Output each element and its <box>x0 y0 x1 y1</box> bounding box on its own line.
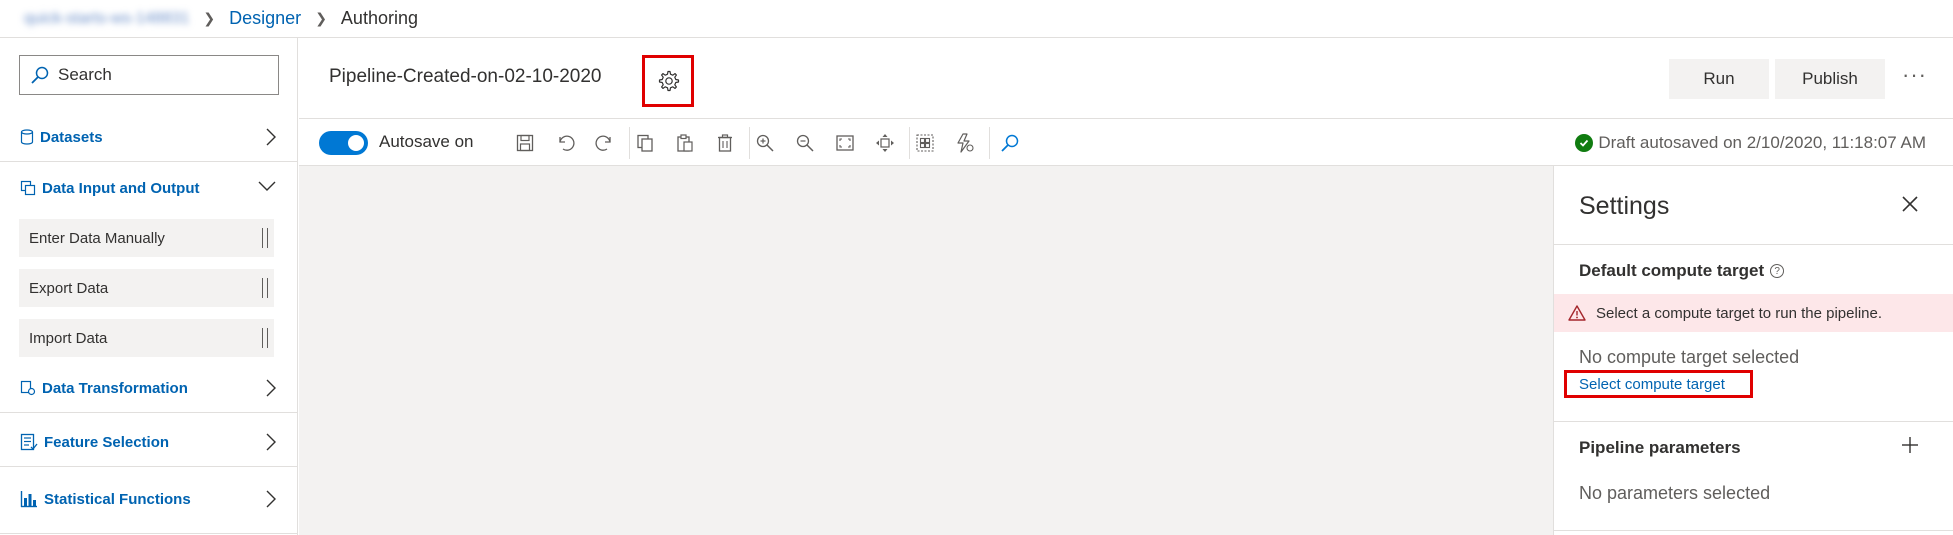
redo-icon[interactable] <box>593 131 617 155</box>
no-compute-text: No compute target selected <box>1579 347 1800 367</box>
category-label: Feature Selection <box>44 433 170 451</box>
module-item[interactable]: Import Data <box>19 319 274 357</box>
toggle-knob <box>348 135 364 151</box>
close-icon[interactable] <box>1898 192 1922 216</box>
data-io-icon <box>20 180 36 196</box>
breadcrumb-designer[interactable]: Designer <box>229 8 301 29</box>
divider <box>1554 530 1953 531</box>
divider <box>0 533 297 534</box>
chevron-right-icon <box>266 379 276 397</box>
run-button[interactable]: Run <box>1669 59 1769 99</box>
toolbar: Autosave on Draft autosaved on 2/10/2020… <box>299 118 1953 166</box>
category-feature-selection[interactable]: Feature Selection <box>0 418 297 466</box>
cylinder-icon <box>20 129 34 145</box>
category-statistical-functions[interactable]: Statistical Functions <box>0 475 297 523</box>
autosave-toggle[interactable] <box>319 131 368 155</box>
chevron-right-icon <box>266 128 276 146</box>
select-compute-target-link[interactable]: Select compute target <box>1564 370 1753 398</box>
no-params-text: No parameters selected <box>1579 483 1771 503</box>
drag-handle-icon[interactable] <box>262 228 268 248</box>
chevron-right-icon <box>266 433 276 451</box>
toolbar-divider <box>989 127 990 159</box>
chevron-right-icon <box>266 490 276 508</box>
module-label: Import Data <box>29 329 108 347</box>
search-input[interactable] <box>58 65 268 85</box>
category-data-transformation[interactable]: Data Transformation <box>0 364 297 412</box>
divider <box>1554 244 1953 245</box>
breadcrumb-workspace[interactable]: quick-starts-ws-148831 <box>24 10 189 28</box>
search-icon <box>31 66 49 84</box>
compute-section-title: Default compute target ? <box>1579 261 1785 281</box>
warning-triangle-icon <box>1568 305 1586 321</box>
draft-status: Draft autosaved on 2/10/2020, 11:18:07 A… <box>1575 133 1926 153</box>
search-icon[interactable] <box>998 131 1022 155</box>
divider <box>0 466 297 467</box>
warning-message: Select a compute target to run the pipel… <box>1554 294 1953 332</box>
settings-panel: Settings Default compute target ? Select… <box>1553 166 1953 535</box>
bar-chart-icon <box>20 491 37 508</box>
divider <box>0 412 297 413</box>
toolbar-divider <box>629 127 630 159</box>
zoom-out-icon[interactable] <box>793 131 817 155</box>
drag-handle-icon[interactable] <box>262 328 268 348</box>
page-title: Pipeline-Created-on-02-10-2020 <box>329 66 602 87</box>
category-label: Datasets <box>40 128 103 146</box>
autosave-label: Autosave on <box>379 132 474 151</box>
chevron-right-icon: ❯ <box>315 10 327 26</box>
divider <box>1554 421 1953 422</box>
category-label: Data Transformation <box>42 379 188 397</box>
params-section-title: Pipeline parameters <box>1579 438 1741 457</box>
paste-icon[interactable] <box>673 131 697 155</box>
module-item[interactable]: Export Data <box>19 269 274 307</box>
panel-title: Settings <box>1579 192 1670 220</box>
chevron-right-icon: ❯ <box>203 10 216 26</box>
zoom-in-icon[interactable] <box>753 131 777 155</box>
more-options-button[interactable]: ··· <box>1902 62 1927 88</box>
add-icon[interactable] <box>1901 436 1919 454</box>
module-label: Export Data <box>29 279 109 297</box>
category-datasets[interactable]: Datasets <box>0 113 297 161</box>
module-label: Enter Data Manually <box>29 229 165 247</box>
copy-icon[interactable] <box>633 131 657 155</box>
delete-icon[interactable] <box>713 131 737 155</box>
breadcrumb: quick-starts-ws-148831 ❯ Designer ❯ Auth… <box>0 0 1953 38</box>
module-item[interactable]: Enter Data Manually <box>19 219 274 257</box>
save-icon[interactable] <box>513 131 537 155</box>
pan-icon[interactable] <box>873 131 897 155</box>
undo-icon[interactable] <box>553 131 577 155</box>
gear-icon <box>658 70 680 92</box>
toolbar-divider <box>749 127 750 159</box>
category-label: Data Input and Output <box>42 179 200 197</box>
module-sidebar: Datasets Data Input and Output Enter Dat… <box>0 38 298 535</box>
data-transform-icon <box>20 380 36 396</box>
help-icon[interactable]: ? <box>1770 264 1785 278</box>
breadcrumb-current: Authoring <box>340 8 418 28</box>
publish-button[interactable]: Publish <box>1775 59 1885 99</box>
warning-text: Select a compute target to run the pipel… <box>1596 304 1883 322</box>
feature-list-icon <box>20 433 38 451</box>
divider <box>0 161 297 162</box>
fit-to-screen-icon[interactable] <box>833 131 857 155</box>
draft-status-text: Draft autosaved on 2/10/2020, 11:18:07 A… <box>1598 133 1926 152</box>
select-all-icon[interactable] <box>913 131 937 155</box>
checkmark-circle-icon <box>1575 134 1594 152</box>
compute-title-text: Default compute target <box>1579 261 1765 280</box>
pipeline-canvas[interactable] <box>299 166 1553 535</box>
category-label: Statistical Functions <box>44 490 191 508</box>
toolbar-divider <box>909 127 910 159</box>
chevron-down-icon <box>258 181 276 191</box>
search-box[interactable] <box>19 55 279 95</box>
settings-button[interactable] <box>642 55 694 107</box>
category-data-input-output[interactable]: Data Input and Output <box>0 164 297 212</box>
drag-handle-icon[interactable] <box>262 278 268 298</box>
auto-layout-icon[interactable] <box>953 131 977 155</box>
